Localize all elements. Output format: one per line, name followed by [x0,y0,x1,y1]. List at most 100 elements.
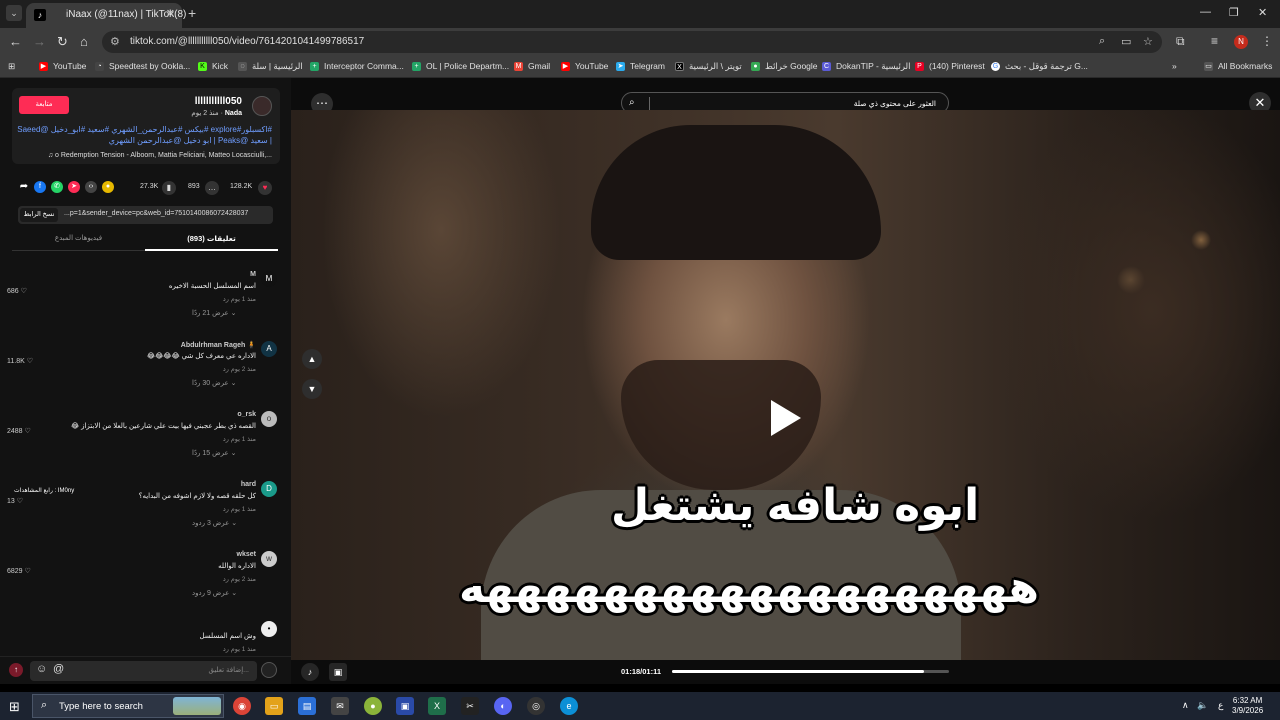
excel-icon[interactable]: X [428,697,446,715]
whatsapp-icon[interactable]: ✆ [51,181,63,193]
site-info-icon[interactable]: ⚙ [110,35,120,48]
comment-meta[interactable]: منذ 1 يوم رد [223,295,256,303]
input-language[interactable]: ع [1218,700,1223,711]
bookmark-item[interactable]: M Gmail [514,61,550,71]
author-avatar[interactable] [252,96,272,116]
comment-likes[interactable]: 11.8K ♡ [7,357,33,365]
comment-meta[interactable]: منذ 2 يوم رد [223,575,256,583]
bookmark-item[interactable]: ◔ Speedtest by Ookla... [95,61,190,71]
video-caption[interactable]: #اكسبلور#explore #بيكس #عبدالرحمن_الشهري… [17,124,272,146]
comment-username[interactable]: o_rsk [237,411,256,418]
back-icon[interactable]: ← [9,34,22,49]
bookmark-icon[interactable]: ▮ [162,181,176,195]
store-icon[interactable]: ▤ [298,697,316,715]
discord-icon[interactable]: ◐ [494,697,512,715]
previous-video-icon[interactable]: ▲ [302,349,322,369]
clock[interactable]: 6:32 AM 3/9/2026 [1232,696,1263,716]
facebook-icon[interactable]: f [34,181,46,193]
view-replies-link[interactable]: عرض 9 ردود ⌄ [192,589,237,597]
zoom-icon[interactable]: ⌕ [1099,35,1105,48]
share-icon[interactable]: ➦ [18,181,30,193]
avatar[interactable]: w [261,551,277,567]
comment-meta[interactable]: منذ 1 يوم رد [223,645,256,653]
comment-likes[interactable]: 13 ♡ [7,497,23,505]
volume-icon[interactable]: ♪ [301,663,319,681]
app-icon[interactable]: ▣ [396,697,414,715]
bookmark-item[interactable]: C DokanTIP - الرئيسية [822,61,910,72]
more-bookmarks-icon[interactable]: » [1172,61,1177,71]
avatar[interactable]: • [261,621,277,637]
bookmark-item[interactable]: ● خرائط Google [751,61,818,72]
comment-likes[interactable]: 2488 ♡ [7,427,31,435]
bookmark-item[interactable]: G ترجمة قوقل - بحث G... [991,61,1088,72]
comment-input[interactable]: ☺ @ إضافة تعليق... [30,661,257,681]
tab-creator-videos[interactable]: فيديوهات المبدع [12,231,145,251]
bookmark-item[interactable]: ◌ الرئيسية | سلة [238,61,303,72]
comment-likes[interactable]: 6829 ♡ [7,567,31,575]
view-replies-link[interactable]: عرض 21 ردًا ⌄ [192,309,236,317]
pip-icon[interactable]: ▣ [329,663,347,681]
home-icon[interactable]: ⌂ [80,34,88,49]
view-replies-link[interactable]: عرض 30 ردًا ⌄ [192,379,236,387]
copy-link-button[interactable]: نسخ الرابط [20,208,58,222]
new-tab-button[interactable]: + [188,5,196,21]
follow-button[interactable]: متابعة [19,96,69,114]
tab-comments[interactable]: تعليقات (893) [145,231,278,251]
avatar[interactable]: o [261,411,277,427]
cast-icon[interactable]: ▭ [1121,35,1131,48]
comment-meta[interactable]: منذ 1 يوم رد [223,435,256,443]
send-comment-button[interactable]: ↑ [9,663,23,677]
progress-bar[interactable] [672,670,949,673]
video-frame[interactable]: ابوه شافه يشتغل هههههههههههههههههههه [291,110,1280,662]
minimize-icon[interactable]: — [1200,6,1211,18]
avatar[interactable]: A [261,341,277,357]
file-explorer-icon[interactable]: ▭ [265,697,283,715]
bookmark-item[interactable]: X تويتر \ الرئيسية [675,61,742,72]
forward-icon[interactable]: → [33,34,46,49]
close-window-icon[interactable]: ✕ [1258,6,1267,19]
chrome-icon[interactable]: ◉ [233,697,251,715]
search-icon[interactable]: ⌕ [629,97,635,108]
edge-icon[interactable]: e [560,697,578,715]
comment-username[interactable]: hard [241,481,256,488]
profile-avatar[interactable]: N [1234,35,1248,49]
bookmark-item[interactable]: K Kick [198,61,228,71]
comment-username[interactable]: Abdulrhman Rageh 🧍 [181,341,256,349]
bookmark-item[interactable]: ➤ Telegram [616,61,665,71]
music-label[interactable]: ♫ o Redemption Tension - Alboom, Mattia … [48,152,272,159]
capcut-icon[interactable]: ✂ [461,697,479,715]
comment-meta[interactable]: منذ 1 يوم رد [223,505,256,513]
tab-search-button[interactable]: ⌄ [6,5,22,21]
mention-icon[interactable]: @ [53,663,64,675]
bookmark-item[interactable]: P (140) Pinterest [915,61,985,71]
comment-icon[interactable]: … [205,181,219,195]
bookmark-star-icon[interactable]: ☆ [1143,35,1153,48]
close-tab-icon[interactable]: ✕ [166,7,175,20]
comment-username[interactable]: wkset [237,551,256,558]
speaker-icon[interactable]: 🔈 [1197,700,1208,711]
comment-likes[interactable]: 686 ♡ [7,287,27,295]
app-icon[interactable]: ● [364,697,382,715]
next-video-icon[interactable]: ▼ [302,379,322,399]
comment-meta[interactable]: منذ 2 يوم رد [223,365,256,373]
address-bar[interactable]: ⚙ tiktok.com/@lllllllllll050/video/76142… [102,31,1162,53]
embed-icon[interactable]: ‹› [85,181,97,193]
reload-icon[interactable]: ↻ [57,34,68,50]
media-controls-icon[interactable]: ≡ [1211,34,1218,48]
app-icon[interactable]: ◎ [527,697,545,715]
tray-overflow-icon[interactable]: ∧ [1182,700,1189,711]
bookmark-item[interactable]: ▶ YouTube [561,61,608,71]
browser-tab[interactable]: ♪ iNaax (@11nax) | TikTok(8) ✕ [26,3,186,28]
bookmark-item[interactable]: + OL | Police Departm... [412,61,509,71]
comment-username[interactable]: M [250,271,256,278]
menu-icon[interactable]: ⋮ [1261,34,1273,48]
taskbar-search[interactable]: ⌕ Type here to search [32,694,224,718]
bookmark-item[interactable]: + Interceptor Comma... [310,61,404,71]
view-replies-link[interactable]: عرض 3 ردود ⌄ [192,519,237,527]
all-bookmarks[interactable]: ▭ All Bookmarks [1204,61,1272,71]
avatar[interactable]: M [261,271,277,287]
apps-icon[interactable]: ⊞ [8,61,15,72]
mail-icon[interactable]: ✉ [331,697,349,715]
bookmark-item[interactable]: ▶ YouTube [39,61,86,71]
play-icon[interactable] [771,400,801,436]
